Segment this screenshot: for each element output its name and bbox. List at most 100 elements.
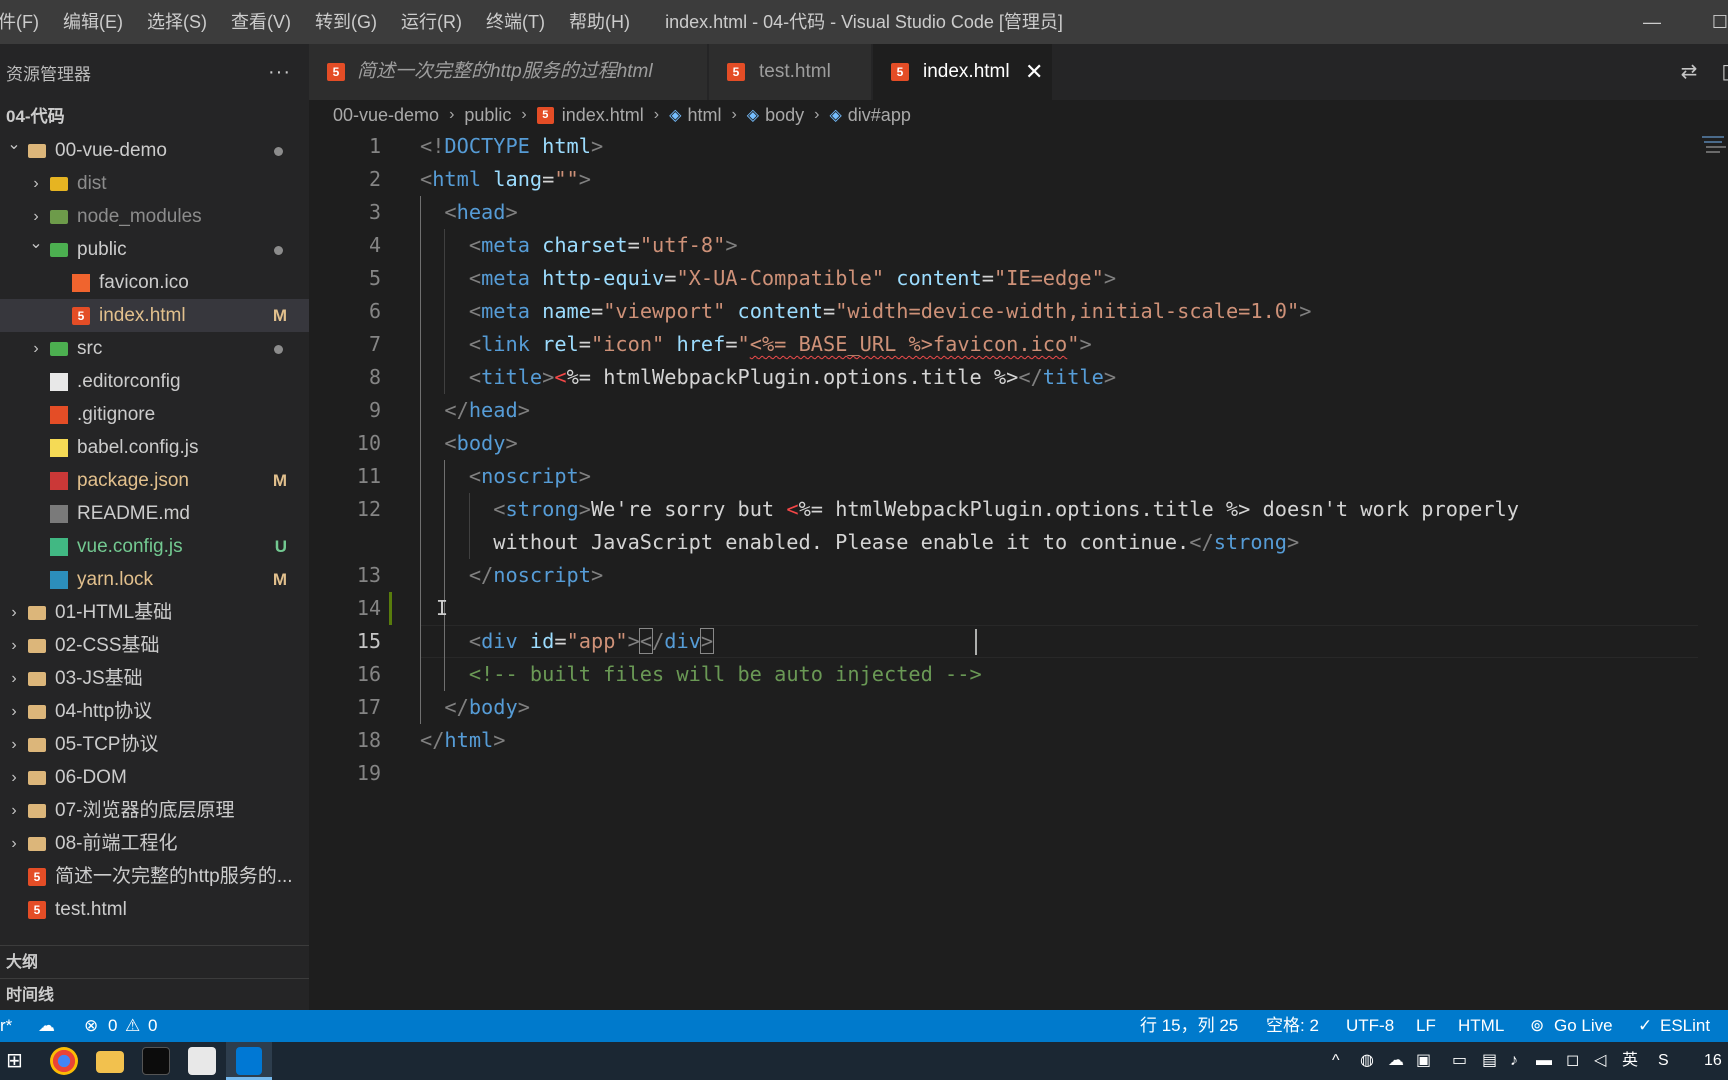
chevron-right-icon[interactable]: › xyxy=(6,662,22,695)
breadcrumb-item[interactable]: 00-vue-demo xyxy=(333,105,439,126)
tray-weather-icon[interactable]: ☁ xyxy=(1388,1042,1404,1080)
line-number[interactable]: 18 xyxy=(309,724,381,757)
warning-count[interactable]: 0 xyxy=(148,1010,157,1042)
code-line[interactable]: </body> xyxy=(420,691,529,724)
language-mode[interactable]: HTML xyxy=(1458,1010,1504,1042)
tree-item[interactable]: 5 index.html M xyxy=(0,299,309,332)
menu-edit[interactable]: 编辑(E) xyxy=(51,0,135,44)
open-changes-icon[interactable]: ⇄ xyxy=(1675,58,1703,86)
encoding[interactable]: UTF-8 xyxy=(1346,1010,1394,1042)
tree-item[interactable]: 5 简述一次完整的http服务的... xyxy=(0,860,309,893)
line-number[interactable]: 14 xyxy=(309,592,381,625)
clock[interactable]: 16 xyxy=(1704,1042,1722,1080)
error-count[interactable]: 0 xyxy=(108,1010,117,1042)
breadcrumb-item[interactable]: public xyxy=(464,105,511,126)
battery-icon[interactable]: ▬ xyxy=(1536,1042,1552,1080)
tree-item[interactable]: .editorconfig xyxy=(0,365,309,398)
minimap[interactable] xyxy=(1698,130,1728,190)
code-line[interactable]: <head> xyxy=(420,196,517,229)
line-number[interactable]: 15 xyxy=(309,625,381,658)
terminal-icon[interactable] xyxy=(142,1047,170,1075)
chevron-right-icon[interactable]: › xyxy=(6,794,22,827)
line-number[interactable]: 12 xyxy=(309,493,381,526)
tree-item[interactable]: › dist xyxy=(0,167,309,200)
tree-item[interactable]: › 03-JS基础 xyxy=(0,662,309,695)
line-number[interactable]: 17 xyxy=(309,691,381,724)
chevron-right-icon[interactable]: › xyxy=(28,200,44,233)
code-line[interactable]: </noscript> xyxy=(420,559,603,592)
cloud-sync-icon[interactable]: ☁ xyxy=(38,1010,55,1042)
chevron-right-icon[interactable]: › xyxy=(6,629,22,662)
chevron-right-icon[interactable]: › xyxy=(28,167,44,200)
tree-item[interactable]: › 06-DOM xyxy=(0,761,309,794)
close-tab-button[interactable]: ✕ xyxy=(1025,44,1043,100)
line-number[interactable]: 7 xyxy=(309,328,381,361)
tray-window-icon[interactable]: ▣ xyxy=(1416,1042,1431,1080)
chevron-right-icon[interactable]: › xyxy=(6,827,22,860)
chevron-down-icon[interactable]: ⌄ xyxy=(6,134,22,161)
line-number[interactable]: 10 xyxy=(309,427,381,460)
line-number[interactable]: 3 xyxy=(309,196,381,229)
breadcrumb-item[interactable]: html xyxy=(687,105,721,126)
timeline-section[interactable]: 时间线 xyxy=(0,978,309,1011)
menu-run[interactable]: 运行(R) xyxy=(389,0,474,44)
tree-item[interactable]: › 01-HTML基础 xyxy=(0,596,309,629)
code-line[interactable]: <meta http-equiv="X-UA-Compatible" conte… xyxy=(420,262,1116,295)
split-editor-icon[interactable]: ▯ xyxy=(1713,58,1728,86)
tree-item[interactable]: README.md xyxy=(0,497,309,530)
breadcrumb-item[interactable]: index.html xyxy=(562,105,644,126)
tray-chat-icon[interactable]: ▭ xyxy=(1452,1042,1467,1080)
chevron-right-icon[interactable]: › xyxy=(6,596,22,629)
code-line[interactable]: </html> xyxy=(420,724,505,757)
tab-test-html[interactable]: 5 test.html xyxy=(709,44,872,100)
line-number[interactable]: 8 xyxy=(309,361,381,394)
menu-selection[interactable]: 选择(S) xyxy=(135,0,219,44)
tree-item[interactable]: yarn.lock M xyxy=(0,563,309,596)
menu-go[interactable]: 转到(G) xyxy=(303,0,389,44)
line-number[interactable]: 11 xyxy=(309,460,381,493)
modified-line-indicator[interactable] xyxy=(389,592,392,625)
tree-item[interactable]: ⌄ 00-vue-demo xyxy=(0,134,309,167)
volume-icon[interactable]: ◁ xyxy=(1594,1042,1606,1080)
code-line[interactable]: <!DOCTYPE html> xyxy=(420,130,603,163)
line-number[interactable]: 16 xyxy=(309,658,381,691)
tree-item[interactable]: › src xyxy=(0,332,309,365)
tree-item[interactable]: › node_modules xyxy=(0,200,309,233)
workspace-title[interactable]: 04-代码 xyxy=(0,100,309,134)
sogou-icon[interactable]: S xyxy=(1658,1042,1669,1080)
code-line[interactable]: <strong>We're sorry but <%= htmlWebpackP… xyxy=(420,493,1519,526)
line-number[interactable]: 2 xyxy=(309,163,381,196)
tab-http-process[interactable]: 5 简述一次完整的http服务的过程html xyxy=(309,44,708,100)
indentation[interactable]: 空格: 2 xyxy=(1266,1010,1319,1042)
breadcrumb-item[interactable]: div#app xyxy=(848,105,911,126)
cursor-position[interactable]: 行 15，列 25 xyxy=(1140,1010,1238,1042)
chevron-right-icon[interactable]: › xyxy=(6,761,22,794)
code-line[interactable]: <html lang=""> xyxy=(420,163,591,196)
tree-item[interactable]: package.json M xyxy=(0,464,309,497)
tray-clipboard-icon[interactable]: ▤ xyxy=(1482,1042,1497,1080)
outline-section[interactable]: 大纲 xyxy=(0,945,309,978)
tree-item[interactable]: 5 test.html xyxy=(0,893,309,926)
file-explorer-icon[interactable] xyxy=(96,1051,124,1073)
ime-indicator[interactable]: 英 xyxy=(1622,1042,1638,1080)
line-number[interactable] xyxy=(309,526,381,559)
code-line[interactable]: <div id="app"></div> xyxy=(420,625,715,658)
eslint-status[interactable]: ESLint xyxy=(1660,1010,1710,1042)
error-icon[interactable]: ⊗ xyxy=(84,1010,98,1042)
tree-item[interactable]: ⌄ public xyxy=(0,233,309,266)
chevron-right-icon[interactable]: › xyxy=(6,728,22,761)
line-number[interactable]: 19 xyxy=(309,757,381,790)
code-line[interactable]: <noscript> xyxy=(420,460,591,493)
line-number[interactable]: 13 xyxy=(309,559,381,592)
typora-icon[interactable] xyxy=(188,1047,216,1075)
menu-help[interactable]: 帮助(H) xyxy=(557,0,642,44)
more-actions-button[interactable]: ··· xyxy=(258,61,301,84)
code-line[interactable]: <meta charset="utf-8"> xyxy=(420,229,738,262)
chevron-right-icon[interactable]: › xyxy=(28,332,44,365)
code-line[interactable]: <link rel="icon" href="<%= BASE_URL %>fa… xyxy=(420,328,1092,361)
tree-item[interactable]: › 04-http协议 xyxy=(0,695,309,728)
minimize-button[interactable]: — xyxy=(1632,0,1672,44)
chevron-down-icon[interactable]: ⌄ xyxy=(28,233,44,260)
code-editor[interactable]: 1 2 3 4 5 6 7 8 9 10 11 12 13 14 15 16 17 18 19 <!DOCTYPE h… xyxy=(309,130,1728,1010)
chevron-up-icon[interactable]: ^ xyxy=(1332,1042,1340,1080)
